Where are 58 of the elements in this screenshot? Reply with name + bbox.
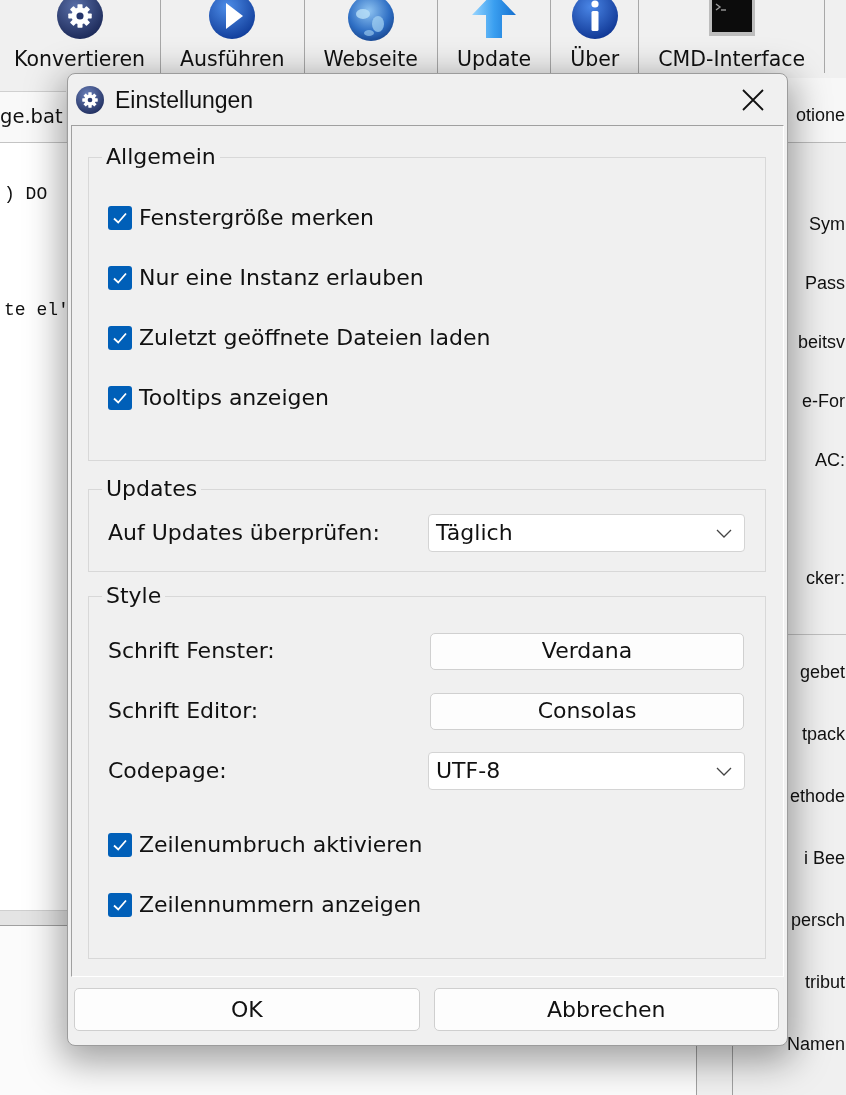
field-label: ethode [789,785,846,807]
field-label: e-For [802,389,846,412]
chevron-down-icon [716,528,732,538]
play-icon [208,0,257,40]
checkbox-label[interactable]: Tooltips anzeigen [139,384,329,412]
checkbox-label[interactable]: Zeilenumbruch aktivieren [139,831,423,859]
field-label: Schrift Fenster: [108,637,276,665]
gear-icon [76,85,104,114]
checkbox[interactable] [108,386,132,410]
toolbar-button[interactable]: Ausführen [161,0,305,73]
font-button[interactable]: Consolas [430,692,744,730]
toolbar-button[interactable]: CMD-Interface [639,0,826,73]
file-tab[interactable]: ge.bat [0,91,66,142]
field-label: persch [790,909,846,931]
field-label: gebet [799,661,846,683]
field-label: Namen [786,1033,846,1055]
panel-tab[interactable]: otione [795,101,846,129]
close-icon [742,88,764,111]
dropdown[interactable]: UTF-8 [428,752,745,790]
field-label: i Bee [803,847,846,869]
code-line: ) DO [3,184,48,204]
field-label: tpack [801,723,846,745]
checkbox[interactable] [108,206,132,230]
gear-icon [55,0,104,40]
checkbox-label[interactable]: Fenstergröße merken [139,204,375,232]
dialog-title: Einstellungen [115,85,254,114]
checkbox[interactable] [108,833,132,857]
dialog-button[interactable]: OK [74,988,420,1031]
code-line: te el' [3,300,69,320]
field-label: Sym [809,212,846,235]
dropdown[interactable]: Täglich [428,514,745,552]
field-label: Pass [804,271,846,294]
info-icon [570,0,619,40]
field-label: cker: [806,566,846,589]
chevron-down-icon [716,766,732,776]
checkbox[interactable] [108,326,132,350]
checkbox[interactable] [108,266,132,290]
up-arrow-icon [472,0,516,38]
toolbar-button[interactable]: Über [551,0,640,73]
globe-icon [346,0,395,42]
checkbox-label[interactable]: Zeilennummern anzeigen [139,891,422,919]
font-button[interactable]: Verdana [430,632,744,670]
field-label: Codepage: [108,757,228,785]
toolbar-button[interactable]: Webseite [304,0,438,73]
field-label: tribut [804,971,846,993]
checkbox[interactable] [108,893,132,917]
checkbox-label[interactable]: Zuletzt geöffnete Dateien laden [139,324,491,352]
group-title: Updates [105,475,199,503]
dialog-button[interactable]: Abbrechen [433,988,779,1031]
field-label: beitsv [797,330,846,353]
field-label: Schrift Editor: [108,697,260,725]
group-title: Style [105,582,163,610]
toolbar-button[interactable]: Konvertieren [0,0,162,73]
field-label: Auf Updates überprüfen: [108,519,381,547]
checkbox-label[interactable]: Nur eine Instanz erlauben [139,264,424,292]
group-title: Allgemein [105,143,217,171]
terminal-icon [708,0,755,36]
field-label: AC: [815,448,846,471]
